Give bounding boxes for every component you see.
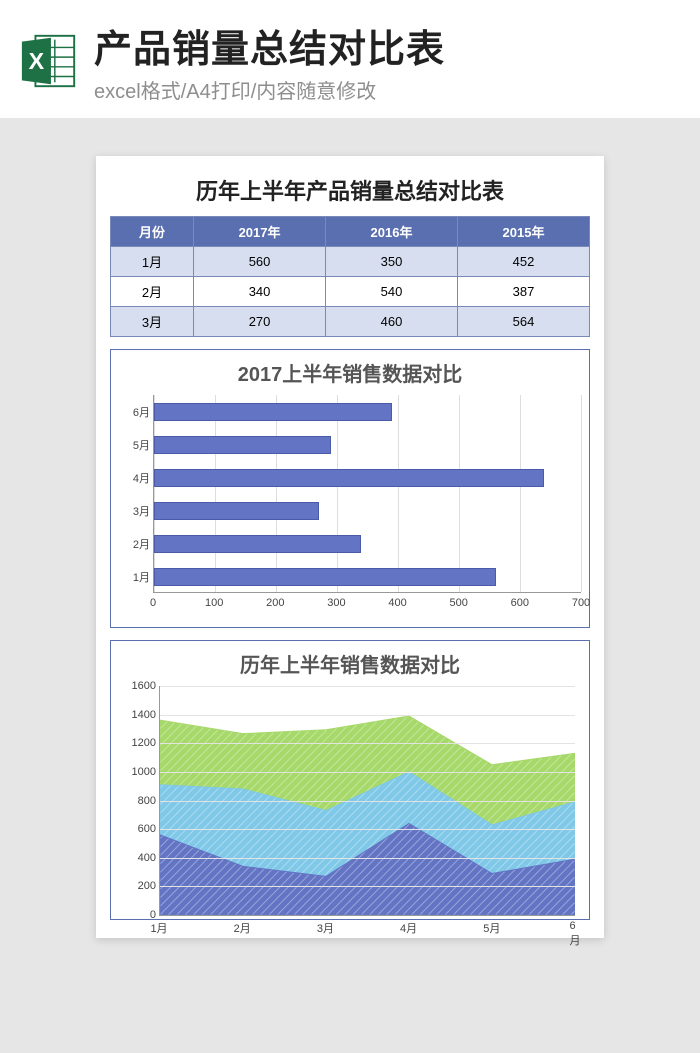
table-cell: 3月 [111,307,194,337]
bar-x-tick: 700 [572,597,590,609]
area-y-tick: 1600 [120,680,156,692]
bar [154,568,496,586]
area-chart-title: 历年上半年销售数据对比 [119,649,581,678]
table-header: 月份 [111,217,194,247]
excel-icon: X [18,30,80,92]
area-x-tick: 3月 [317,920,334,936]
table-cell: 387 [458,277,590,307]
table-header: 2017年 [194,217,326,247]
bar [154,535,361,553]
worksheet: 历年上半年产品销量总结对比表 月份2017年2016年2015年 1月56035… [96,156,604,938]
area-y-tick: 200 [120,880,156,892]
table-row: 2月340540387 [111,277,590,307]
data-table: 月份2017年2016年2015年 1月5603504522月340540387… [110,216,590,337]
table-cell: 1月 [111,247,194,277]
table-cell: 560 [194,247,326,277]
bar [154,403,392,421]
svg-text:X: X [29,48,45,74]
header-text: 产品销量总结对比表 excel格式/A4打印/内容随意修改 [94,18,700,104]
table-cell: 452 [458,247,590,277]
bar-x-tick: 400 [388,597,406,609]
area-y-tick: 1400 [120,709,156,721]
bar-y-label: 6月 [124,404,150,420]
bar-chart: 2017上半年销售数据对比 6月 5月 4月 3月 2月 1月 0 100 200 300 400… [110,349,590,628]
table-row: 1月560350452 [111,247,590,277]
area-x-tick: 5月 [483,920,500,936]
area-y-tick: 800 [120,795,156,807]
table-row: 3月270460564 [111,307,590,337]
sheet-title: 历年上半年产品销量总结对比表 [110,174,590,206]
table-header: 2016年 [326,217,458,247]
table-cell: 460 [326,307,458,337]
header-title: 产品销量总结对比表 [94,18,700,73]
bar [154,469,544,487]
header-subtitle: excel格式/A4打印/内容随意修改 [94,75,700,104]
bar-x-tick: 0 [150,597,156,609]
bar [154,436,331,454]
bar-y-label: 2月 [124,536,150,552]
area-x-tick: 4月 [400,920,417,936]
bar-x-tick: 500 [450,597,468,609]
bar-y-label: 3月 [124,503,150,519]
area-y-tick: 600 [120,823,156,835]
table-cell: 2月 [111,277,194,307]
bar-y-label: 1月 [124,569,150,585]
table-cell: 340 [194,277,326,307]
page-header: X 产品销量总结对比表 excel格式/A4打印/内容随意修改 [0,0,700,118]
table-cell: 270 [194,307,326,337]
area-y-tick: 1200 [120,737,156,749]
bar-x-tick: 100 [205,597,223,609]
area-x-tick: 1月 [150,920,167,936]
bar-x-tick: 300 [327,597,345,609]
bar-x-tick: 200 [266,597,284,609]
area-chart: 历年上半年销售数据对比 0200400600800100012001400160… [110,640,590,920]
area-y-tick: 1000 [120,766,156,778]
table-cell: 540 [326,277,458,307]
table-cell: 564 [458,307,590,337]
area-x-tick: 2月 [234,920,251,936]
bar-y-label: 4月 [124,470,150,486]
table-header: 2015年 [458,217,590,247]
area-y-tick: 400 [120,852,156,864]
bar-chart-title: 2017上半年销售数据对比 [119,358,581,387]
area-x-tick: 6月 [570,920,581,948]
table-cell: 350 [326,247,458,277]
bar-x-tick: 600 [511,597,529,609]
bar-y-label: 5月 [124,437,150,453]
bar [154,502,319,520]
